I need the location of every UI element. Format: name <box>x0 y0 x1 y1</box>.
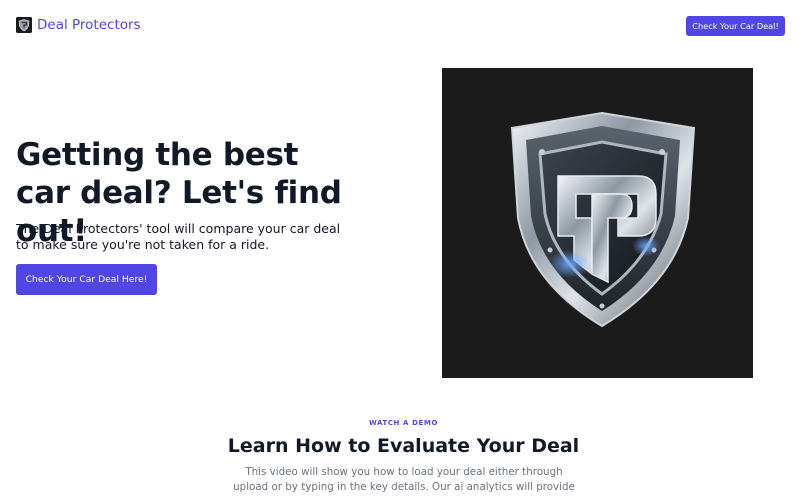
shield-logo-image <box>442 68 753 378</box>
hero-subtitle: The Deal Protectors' tool will compare y… <box>16 221 341 252</box>
check-deal-nav-button[interactable]: Check Your Car Deal! <box>686 16 785 36</box>
check-deal-hero-button[interactable]: Check Your Car Deal Here! <box>16 264 157 295</box>
brand-name-link[interactable]: Deal Protectors <box>37 16 141 34</box>
shield-logo-icon[interactable] <box>16 17 32 33</box>
demo-section-title: Learn How to Evaluate Your Deal <box>227 435 580 457</box>
demo-eyebrow: WATCH A DEMO <box>368 419 439 427</box>
demo-section-description: This video will show you how to load you… <box>233 466 575 493</box>
